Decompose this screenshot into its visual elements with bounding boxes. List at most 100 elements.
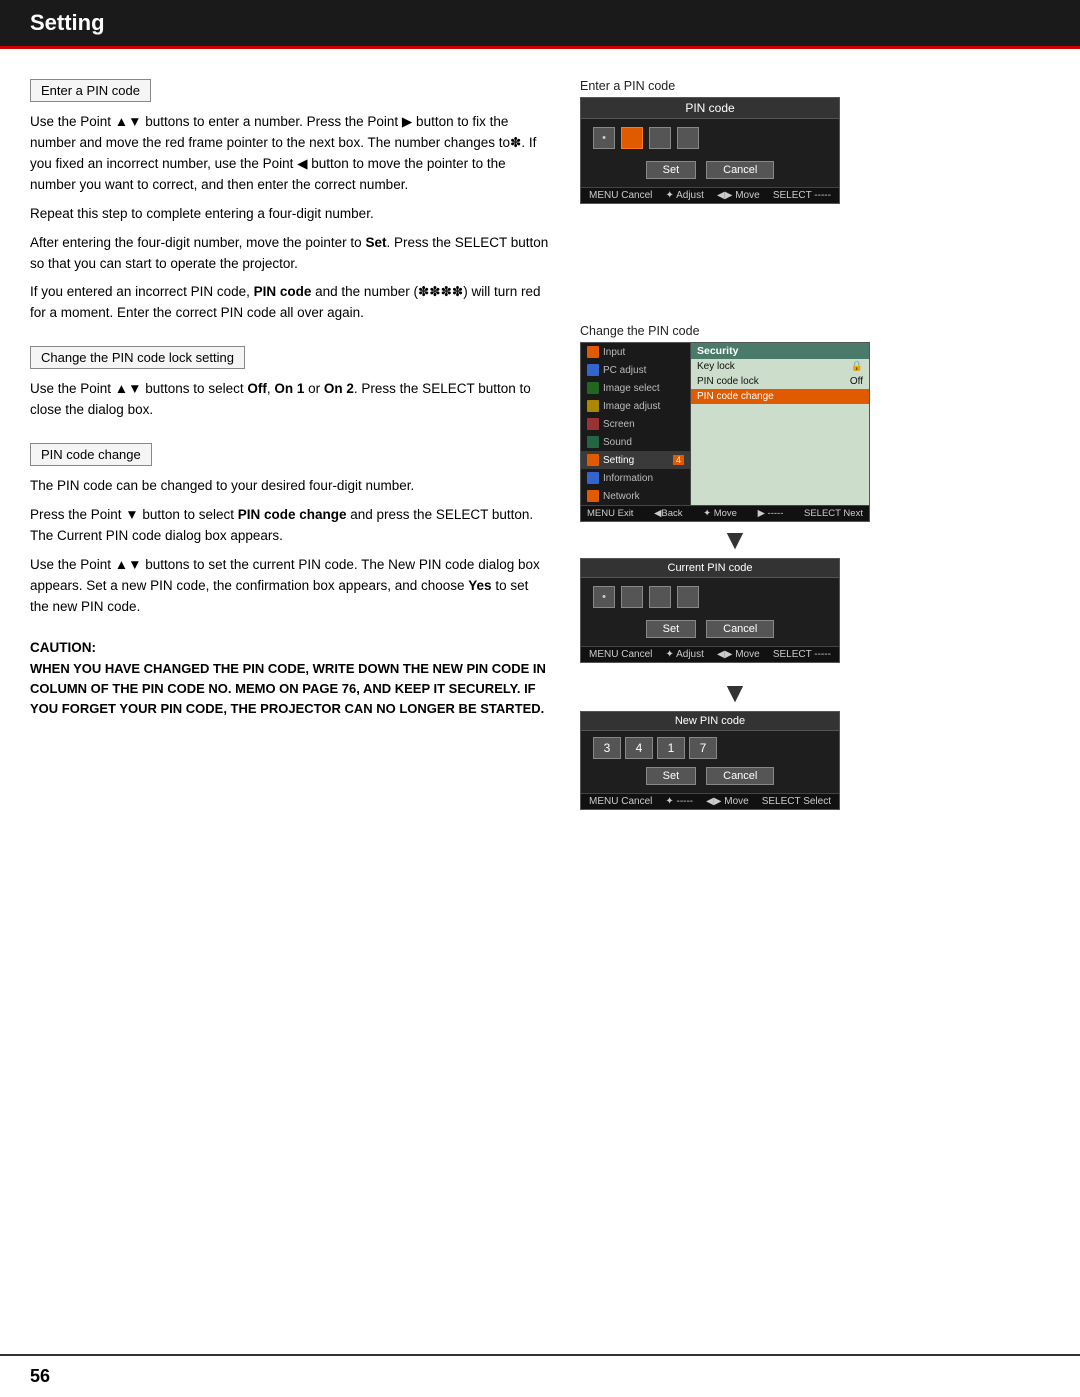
- current-pin-dot-2: [621, 586, 643, 608]
- imgadj-icon: [587, 400, 599, 412]
- change-pin-lock-section: Change the PIN code lock setting Use the…: [30, 346, 550, 421]
- security-menu-diagram: Input PC adjust Image select Image adjus…: [580, 342, 870, 522]
- current-pin-set-button[interactable]: Set: [646, 620, 697, 638]
- sec-left-item-imgsel: Image select: [581, 379, 690, 397]
- change-pin-diagram-label: Change the PIN code: [580, 324, 890, 338]
- pin-dot-3: [649, 127, 671, 149]
- main-content: Enter a PIN code Use the Point ▲▼ button…: [0, 49, 1080, 856]
- screen-icon: [587, 418, 599, 430]
- pin-dialog-diagram: Enter a PIN code PIN code • Set Cancel M…: [580, 79, 890, 204]
- new-pin-dialog: New PIN code 3 4 1 7 Set Cancel MENU Can…: [580, 711, 840, 810]
- sec-statusbar: MENU Exit ◀Back ✦ Move ▶ ----- SELECT Ne…: [581, 505, 869, 521]
- page-title: Setting: [30, 10, 105, 36]
- pin-dialog-statusbar: MENU Cancel ✦ Adjust ◀▶ Move SELECT ----…: [581, 187, 839, 203]
- caution-title: CAUTION:: [30, 640, 550, 655]
- sec-left-item-setting: Setting 4: [581, 451, 690, 469]
- current-pin-dot-4: [677, 586, 699, 608]
- new-pin-buttons: Set Cancel: [581, 763, 839, 793]
- new-pin-title: New PIN code: [581, 712, 839, 731]
- current-pin-cancel-button[interactable]: Cancel: [706, 620, 774, 638]
- sec-left-item-network: Network: [581, 487, 690, 505]
- pin-dialog-body: •: [581, 119, 839, 157]
- new-pin-statusbar: MENU Cancel ✦ ----- ◀▶ Move SELECT Selec…: [581, 793, 839, 809]
- current-pin-body: •: [581, 578, 839, 616]
- arrow-down-1: ▼: [580, 526, 890, 554]
- pin-change-para-1: The PIN code can be changed to your desi…: [30, 476, 550, 497]
- new-pin-digit-1: 3: [593, 737, 621, 759]
- network-icon: [587, 490, 599, 502]
- new-pin-digits: 3 4 1 7: [581, 731, 839, 763]
- enter-pin-para-4: If you entered an incorrect PIN code, PI…: [30, 282, 550, 324]
- pin-dot-2: [621, 127, 643, 149]
- caution-text: WHEN YOU HAVE CHANGED THE PIN CODE, WRIT…: [30, 659, 550, 719]
- current-pin-title: Current PIN code: [581, 559, 839, 578]
- current-pin-buttons: Set Cancel: [581, 616, 839, 646]
- current-pin-dot-1: •: [593, 586, 615, 608]
- sec-status-move: ✦ Move: [703, 508, 737, 519]
- sec-left-item-imgadj: Image adjust: [581, 397, 690, 415]
- statusbar-adjust: ✦ Adjust: [666, 190, 704, 201]
- current-pin-dialog: Current PIN code • Set Cancel MENU Cance…: [580, 558, 840, 663]
- pin-change-para-2: Press the Point ▼ button to select PIN c…: [30, 505, 550, 547]
- page-number: 56: [30, 1366, 50, 1387]
- sec-keylock: Key lock 🔒: [691, 359, 869, 374]
- sec-left-item-pc: PC adjust: [581, 361, 690, 379]
- statusbar-cancel: MENU Cancel: [589, 190, 652, 201]
- current-pin-dot-3: [649, 586, 671, 608]
- statusbar-select: SELECT -----: [773, 190, 831, 201]
- setting-icon: [587, 454, 599, 466]
- right-column: Enter a PIN code PIN code • Set Cancel M…: [580, 79, 890, 826]
- sec-left-item-input: Input: [581, 343, 690, 361]
- pin-dialog-diagram-label: Enter a PIN code: [580, 79, 890, 93]
- enter-pin-para-1: Use the Point ▲▼ buttons to enter a numb…: [30, 112, 550, 196]
- sec-status-right: ▶ -----: [758, 508, 784, 519]
- new-pin-cancel-button[interactable]: Cancel: [706, 767, 774, 785]
- page-header: Setting: [0, 0, 1080, 46]
- new-pin-digit-4: 7: [689, 737, 717, 759]
- sec-left-menu: Input PC adjust Image select Image adjus…: [581, 343, 691, 505]
- pin-dialog-buttons: Set Cancel: [581, 157, 839, 187]
- sec-pinlock: PIN code lock Off: [691, 374, 869, 389]
- enter-pin-label: Enter a PIN code: [30, 79, 151, 102]
- info-icon: [587, 472, 599, 484]
- pin-change-para-3: Use the Point ▲▼ buttons to set the curr…: [30, 555, 550, 618]
- pin-dot-4: [677, 127, 699, 149]
- left-column: Enter a PIN code Use the Point ▲▼ button…: [30, 79, 550, 826]
- imgsel-icon: [587, 382, 599, 394]
- sec-left-item-sound: Sound: [581, 433, 690, 451]
- pin-cancel-button[interactable]: Cancel: [706, 161, 774, 179]
- new-pin-digit-3: 1: [657, 737, 685, 759]
- sec-status-exit: MENU Exit: [587, 508, 633, 519]
- statusbar-move: ◀▶ Move: [717, 190, 760, 201]
- current-pin-statusbar: MENU Cancel ✦ Adjust ◀▶ Move SELECT ----…: [581, 646, 839, 662]
- sec-right-panel: Security Key lock 🔒 PIN code lock Off PI…: [691, 343, 869, 505]
- new-pin-diagram: New PIN code 3 4 1 7 Set Cancel MENU Can…: [580, 711, 890, 810]
- sec-left-item-info: Information: [581, 469, 690, 487]
- new-pin-set-button[interactable]: Set: [646, 767, 697, 785]
- sec-status-back: ◀Back: [654, 508, 682, 519]
- enter-pin-section: Enter a PIN code Use the Point ▲▼ button…: [30, 79, 550, 324]
- caution-block: CAUTION: WHEN YOU HAVE CHANGED THE PIN C…: [30, 640, 550, 719]
- security-menu-body: Input PC adjust Image select Image adjus…: [581, 343, 869, 505]
- enter-pin-para-2: Repeat this step to complete entering a …: [30, 204, 550, 225]
- enter-pin-para-3: After entering the four-digit number, mo…: [30, 233, 550, 275]
- change-pin-lock-label: Change the PIN code lock setting: [30, 346, 245, 369]
- sound-icon: [587, 436, 599, 448]
- pc-icon: [587, 364, 599, 376]
- pin-code-change-section: PIN code change The PIN code can be chan…: [30, 443, 550, 618]
- current-pin-diagram: Current PIN code • Set Cancel MENU Cance…: [580, 558, 890, 663]
- sec-status-select: SELECT Next: [804, 508, 863, 519]
- input-icon: [587, 346, 599, 358]
- sec-pinchange: PIN code change: [691, 389, 869, 404]
- pin-set-button[interactable]: Set: [646, 161, 697, 179]
- pin-dialog: PIN code • Set Cancel MENU Cancel ✦ Adju…: [580, 97, 840, 204]
- pin-code-change-label: PIN code change: [30, 443, 152, 466]
- pin-dialog-title: PIN code: [581, 98, 839, 119]
- change-pin-lock-para-1: Use the Point ▲▼ buttons to select Off, …: [30, 379, 550, 421]
- pin-dot-1: •: [593, 127, 615, 149]
- new-pin-digit-2: 4: [625, 737, 653, 759]
- page-footer: 56: [0, 1354, 1080, 1397]
- sec-right-header: Security: [691, 343, 869, 359]
- sec-left-item-screen: Screen: [581, 415, 690, 433]
- arrow-down-2: ▼: [580, 679, 890, 707]
